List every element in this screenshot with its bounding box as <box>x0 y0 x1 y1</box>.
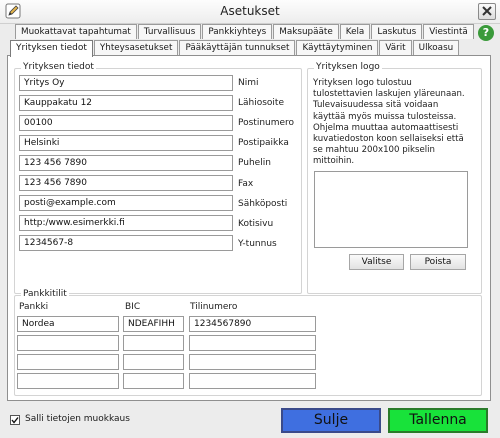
account-field-1[interactable] <box>189 316 316 332</box>
bank-name-field-1[interactable] <box>17 316 119 332</box>
tab-maksupaate[interactable]: Maksupääte <box>273 24 339 39</box>
close-icon <box>482 6 492 16</box>
bic-field-4[interactable] <box>123 373 184 389</box>
phone-field[interactable] <box>19 155 233 171</box>
phone-label: Puhelin <box>238 158 271 168</box>
tab-pankkiyhteys[interactable]: Pankkiyhteys <box>202 24 273 39</box>
company-info-title: Yrityksen tiedot <box>21 62 96 72</box>
website-field[interactable] <box>19 215 233 231</box>
checkmark-icon <box>11 417 19 424</box>
save-button[interactable]: Tallenna <box>388 408 488 433</box>
website-label: Kotisivu <box>238 219 274 229</box>
email-label: Sähköposti <box>238 199 288 209</box>
postal-code-label: Postinumero <box>238 118 295 128</box>
fax-field[interactable] <box>19 175 233 191</box>
tab-laskutus[interactable]: Laskutus <box>371 24 423 39</box>
logo-group-title: Yrityksen logo <box>314 62 382 72</box>
bic-field-3[interactable] <box>123 354 184 370</box>
account-field-2[interactable] <box>189 335 316 351</box>
logo-description: Yrityksen logo tulostuu tulostettavien l… <box>313 78 465 167</box>
tab-muokattavat-tapahtumat[interactable]: Muokattavat tapahtumat <box>15 24 137 39</box>
bank-name-field-2[interactable] <box>17 335 119 351</box>
title-bar: Asetukset <box>0 0 500 24</box>
bank-name-field-3[interactable] <box>17 354 119 370</box>
tab-kayttaytyminen[interactable]: Käyttäytyminen <box>296 40 379 55</box>
allow-edit-label[interactable]: Salli tietojen muokkaus <box>25 414 130 424</box>
bank-column-header: Pankki <box>19 302 49 312</box>
street-address-label: Lähiosoite <box>238 98 285 108</box>
help-icon[interactable]: ? <box>478 25 494 41</box>
postal-code-field[interactable] <box>19 115 233 131</box>
tab-turvallisuus[interactable]: Turvallisuus <box>137 24 202 39</box>
company-name-label: Nimi <box>238 78 259 88</box>
tab-yrityksen-tiedot[interactable]: Yrityksen tiedot <box>10 40 93 57</box>
remove-logo-button[interactable]: Poista <box>410 254 466 270</box>
allow-edit-checkbox[interactable] <box>10 415 20 425</box>
email-field[interactable] <box>19 195 233 211</box>
bank-accounts-title: Pankkitilit <box>21 289 69 299</box>
tab-row-front: Yrityksen tiedot Yhteysasetukset Pääkäyt… <box>10 40 460 57</box>
city-label: Postipaikka <box>238 138 289 148</box>
fax-label: Fax <box>238 179 254 189</box>
account-field-4[interactable] <box>189 373 316 389</box>
company-name-field[interactable] <box>19 75 233 91</box>
tab-varit[interactable]: Värit <box>379 40 412 55</box>
tab-kela[interactable]: Kela <box>339 24 371 39</box>
tab-yhteysasetukset[interactable]: Yhteysasetukset <box>93 40 179 55</box>
tab-ulkoasu[interactable]: Ulkoasu <box>412 40 460 55</box>
bic-field-2[interactable] <box>123 335 184 351</box>
bic-column-header: BIC <box>125 302 141 312</box>
business-id-label: Y-tunnus <box>238 239 277 249</box>
bic-field-1[interactable] <box>123 316 184 332</box>
account-field-3[interactable] <box>189 354 316 370</box>
close-button[interactable]: Sulje <box>281 408 381 433</box>
account-column-header: Tilinumero <box>190 302 238 312</box>
tab-paakayttajan-tunnukset[interactable]: Pääkäyttäjän tunnukset <box>179 40 296 55</box>
tab-row-back: Muokattavat tapahtumat Turvallisuus Pank… <box>15 24 475 39</box>
bank-name-field-4[interactable] <box>17 373 119 389</box>
window-title: Asetukset <box>220 4 280 18</box>
choose-logo-button[interactable]: Valitse <box>349 254 404 270</box>
business-id-field[interactable] <box>19 235 233 251</box>
street-address-field[interactable] <box>19 95 233 111</box>
tab-viestinta[interactable]: Viestintä <box>423 24 474 39</box>
window-close-button[interactable] <box>478 3 496 20</box>
logo-preview[interactable] <box>314 171 468 248</box>
city-field[interactable] <box>19 135 233 151</box>
